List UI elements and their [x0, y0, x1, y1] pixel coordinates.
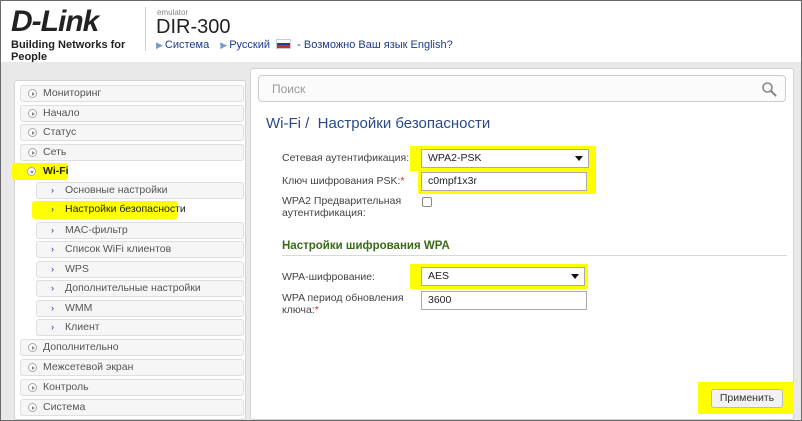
russian-flag-icon[interactable] [276, 39, 292, 49]
section-title: Настройки шифрования WPA [282, 240, 450, 252]
sidebar-item-network[interactable]: Сеть [20, 144, 244, 161]
sidebar-item-label: WPS [65, 263, 89, 275]
sidebar-item-label: Статус [43, 126, 77, 138]
auth-label: Сетевая аутентификация: [282, 152, 410, 164]
arrow-right-icon: › [51, 322, 54, 332]
header: D-Link Building Networks for People emul… [1, 1, 801, 64]
sidebar-item-label: Контроль [43, 381, 89, 393]
section-divider [282, 255, 787, 256]
arrow-right-icon: › [51, 244, 54, 254]
system-link[interactable]: Система [165, 39, 209, 51]
bullet-icon [28, 383, 37, 392]
arrow-right-icon: ▶ [220, 40, 228, 50]
arrow-right-icon: › [51, 303, 54, 313]
chevron-down-icon [575, 156, 583, 161]
chevron-down-icon [27, 167, 36, 176]
required-marker: * [314, 304, 319, 316]
model-name: DIR-300 [156, 16, 231, 38]
main-panel: Поиск Wi-Fi / Настройки безопасности Сет… [250, 68, 794, 420]
sidebar-item-label: Дополнительно [43, 341, 119, 353]
bullet-icon [28, 363, 37, 372]
sidebar-item-wps[interactable]: › WPS [36, 261, 244, 278]
sidebar-item-firewall[interactable]: Межсетевой экран [20, 359, 244, 376]
enc-select[interactable]: AES [421, 267, 585, 286]
psk-label: Ключ шифрования PSK:* [282, 175, 405, 187]
sidebar-item-wmm[interactable]: › WMM [36, 300, 244, 317]
logo-tagline: Building Networks for People [11, 39, 126, 63]
sidebar-item-security-settings[interactable]: › Настройки безопасности [32, 201, 186, 219]
sidebar-item-start[interactable]: Начало [20, 105, 244, 122]
required-marker: * [400, 175, 405, 187]
arrow-right-icon: › [51, 185, 54, 195]
psk-input[interactable]: c0mpf1x3r [421, 172, 587, 191]
period-label: WPA период обновления ключа:* [282, 292, 404, 316]
sidebar-item-label: Дополнительные настройки [65, 282, 201, 294]
sidebar-item-control[interactable]: Контроль [20, 379, 244, 396]
header-links: ▶ Система ▶ Русский - Возможно Ваш язык En… [156, 39, 453, 51]
language-prompt[interactable]: - Возможно Ваш язык English? [297, 39, 453, 51]
apply-button[interactable]: Применить [711, 389, 783, 408]
sidebar: Мониторинг Начало Статус Сеть Wi-Fi › Осн… [12, 80, 246, 420]
preauth-checkbox[interactable] [422, 197, 432, 207]
arrow-right-icon: › [51, 225, 54, 235]
sidebar-item-basic-settings[interactable]: › Основные настройки [36, 182, 244, 199]
bullet-icon [28, 109, 37, 118]
enc-label: WPA-шифрование: [282, 271, 375, 283]
bullet-icon [28, 343, 37, 352]
bullet-icon [28, 403, 37, 412]
search-placeholder: Поиск [272, 82, 306, 96]
logo-text: D-Link [11, 5, 99, 38]
sidebar-item-advanced-settings[interactable]: › Дополнительные настройки [36, 280, 244, 297]
preauth-label: WPA2 Предварительная аутентификация: [282, 195, 402, 219]
sidebar-item-monitoring[interactable]: Мониторинг [20, 85, 244, 102]
sidebar-item-additional[interactable]: Дополнительно [20, 339, 244, 356]
sidebar-item-label: Межсетевой экран [43, 361, 134, 373]
sidebar-item-mac-filter[interactable]: › MAC-фильтр [36, 222, 244, 239]
sidebar-item-client[interactable]: › Клиент [36, 319, 244, 336]
search-icon[interactable] [761, 81, 777, 97]
sidebar-item-label: Сеть [43, 146, 67, 158]
bullet-icon [28, 128, 37, 137]
sidebar-item-label: Клиент [65, 321, 100, 333]
sidebar-item-label: Мониторинг [43, 87, 102, 99]
arrow-right-icon: › [51, 264, 54, 274]
sidebar-item-wifi[interactable]: Wi-Fi [12, 163, 69, 180]
sidebar-item-system[interactable]: Система [20, 399, 244, 416]
sidebar-item-status[interactable]: Статус [20, 124, 244, 141]
auth-select-value: WPA2-PSK [428, 152, 482, 164]
sidebar-item-label: Начало [43, 107, 80, 119]
sidebar-item-label: WMM [65, 302, 93, 314]
bullet-icon [28, 148, 37, 157]
dlink-logo[interactable]: D-Link Building Networks for People [11, 5, 141, 64]
search-input[interactable]: Поиск [258, 75, 786, 102]
auth-select[interactable]: WPA2-PSK [421, 149, 589, 168]
language-link[interactable]: Русский [229, 39, 270, 51]
arrow-right-icon: ▶ [156, 40, 163, 50]
page-title-prefix: Wi-Fi / [266, 115, 310, 132]
arrow-right-icon: › [51, 283, 54, 293]
sidebar-item-label: Система [43, 401, 86, 413]
chevron-down-icon [571, 274, 579, 279]
period-input[interactable]: 3600 [421, 291, 587, 310]
sidebar-item-label: Настройки безопасности [65, 203, 186, 215]
arrow-right-icon: › [51, 204, 54, 214]
header-divider [145, 7, 146, 51]
sidebar-item-label: MAC-фильтр [65, 224, 128, 236]
sidebar-item-label: Список WiFi клиентов [65, 243, 172, 255]
enc-select-value: AES [428, 270, 450, 282]
sidebar-item-label: Основные настройки [65, 184, 168, 196]
page-title: Wi-Fi / Настройки безопасности [266, 115, 490, 132]
sidebar-item-label: Wi-Fi [43, 165, 69, 177]
bullet-icon [28, 89, 37, 98]
sidebar-item-wifi-clients[interactable]: › Список WiFi клиентов [36, 241, 244, 258]
page-title-text: Настройки безопасности [317, 115, 491, 132]
